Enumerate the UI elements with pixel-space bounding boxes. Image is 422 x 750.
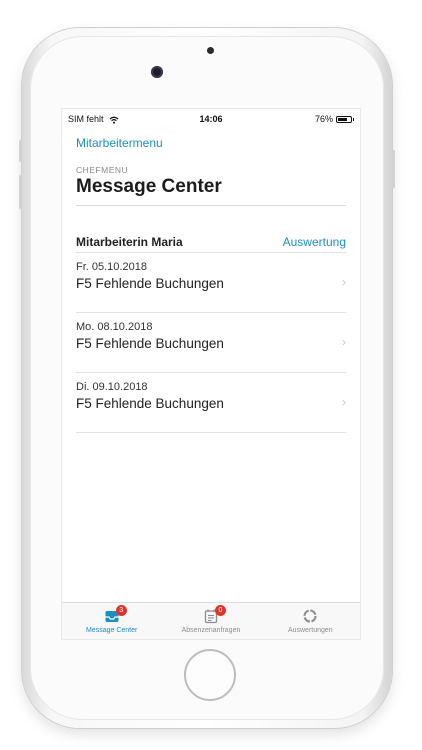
list-item[interactable]: Di. 09.10.2018 F5 Fehlende Buchungen › <box>76 372 346 433</box>
back-button[interactable]: Mitarbeitermenu <box>76 136 163 150</box>
front-sensor <box>207 47 214 54</box>
tab-auswertungen[interactable]: Auswertungen <box>261 603 360 639</box>
list-item[interactable]: Mo. 08.10.2018 F5 Fehlende Buchungen › <box>76 312 346 372</box>
message-title: F5 Fehlende Buchungen <box>76 396 224 411</box>
chevron-right-icon: › <box>342 395 346 409</box>
home-button[interactable] <box>184 649 236 701</box>
message-title: F5 Fehlende Buchungen <box>76 336 224 351</box>
battery-icon <box>336 115 354 123</box>
tab-badge: 0 <box>214 605 226 616</box>
front-camera <box>151 66 163 78</box>
ring-chart-icon <box>303 609 317 623</box>
power-button <box>392 150 395 188</box>
tab-label: Auswertungen <box>287 627 333 634</box>
chevron-right-icon: › <box>342 275 346 289</box>
tab-label: Message Center <box>85 627 138 634</box>
tab-absenzenanfragen[interactable]: 0 Absenzenanfragen <box>161 603 260 639</box>
section-employee-name: Mitarbeiterin Maria <box>76 235 183 249</box>
evaluation-link[interactable]: Auswertung <box>283 235 346 249</box>
message-date: Di. 09.10.2018 <box>76 381 148 393</box>
status-battery: 76% <box>315 114 354 124</box>
chevron-right-icon: › <box>342 335 346 349</box>
message-list: Fr. 05.10.2018 F5 Fehlende Buchungen › M… <box>76 252 346 433</box>
divider <box>76 205 346 206</box>
message-title: F5 Fehlende Buchungen <box>76 276 224 291</box>
volume-button <box>19 140 22 162</box>
tab-label: Absenzenanfragen <box>181 627 241 634</box>
tab-bar: 3 Message Center 0 Absenzenanfragen Ausw… <box>62 602 360 639</box>
app-screen: SIM fehlt 14:06 76% Mitarbeitermenu CHEF… <box>61 108 361 640</box>
message-date: Fr. 05.10.2018 <box>76 261 147 273</box>
page-title: Message Center <box>76 176 222 197</box>
volume-button <box>19 175 22 209</box>
message-date: Mo. 08.10.2018 <box>76 321 153 333</box>
page-overline: CHEFMENU <box>76 165 129 175</box>
list-item[interactable]: Fr. 05.10.2018 F5 Fehlende Buchungen › <box>76 252 346 312</box>
tab-badge: 3 <box>115 605 127 616</box>
status-bar: SIM fehlt 14:06 76% <box>62 109 360 129</box>
tab-message-center[interactable]: 3 Message Center <box>62 603 161 639</box>
